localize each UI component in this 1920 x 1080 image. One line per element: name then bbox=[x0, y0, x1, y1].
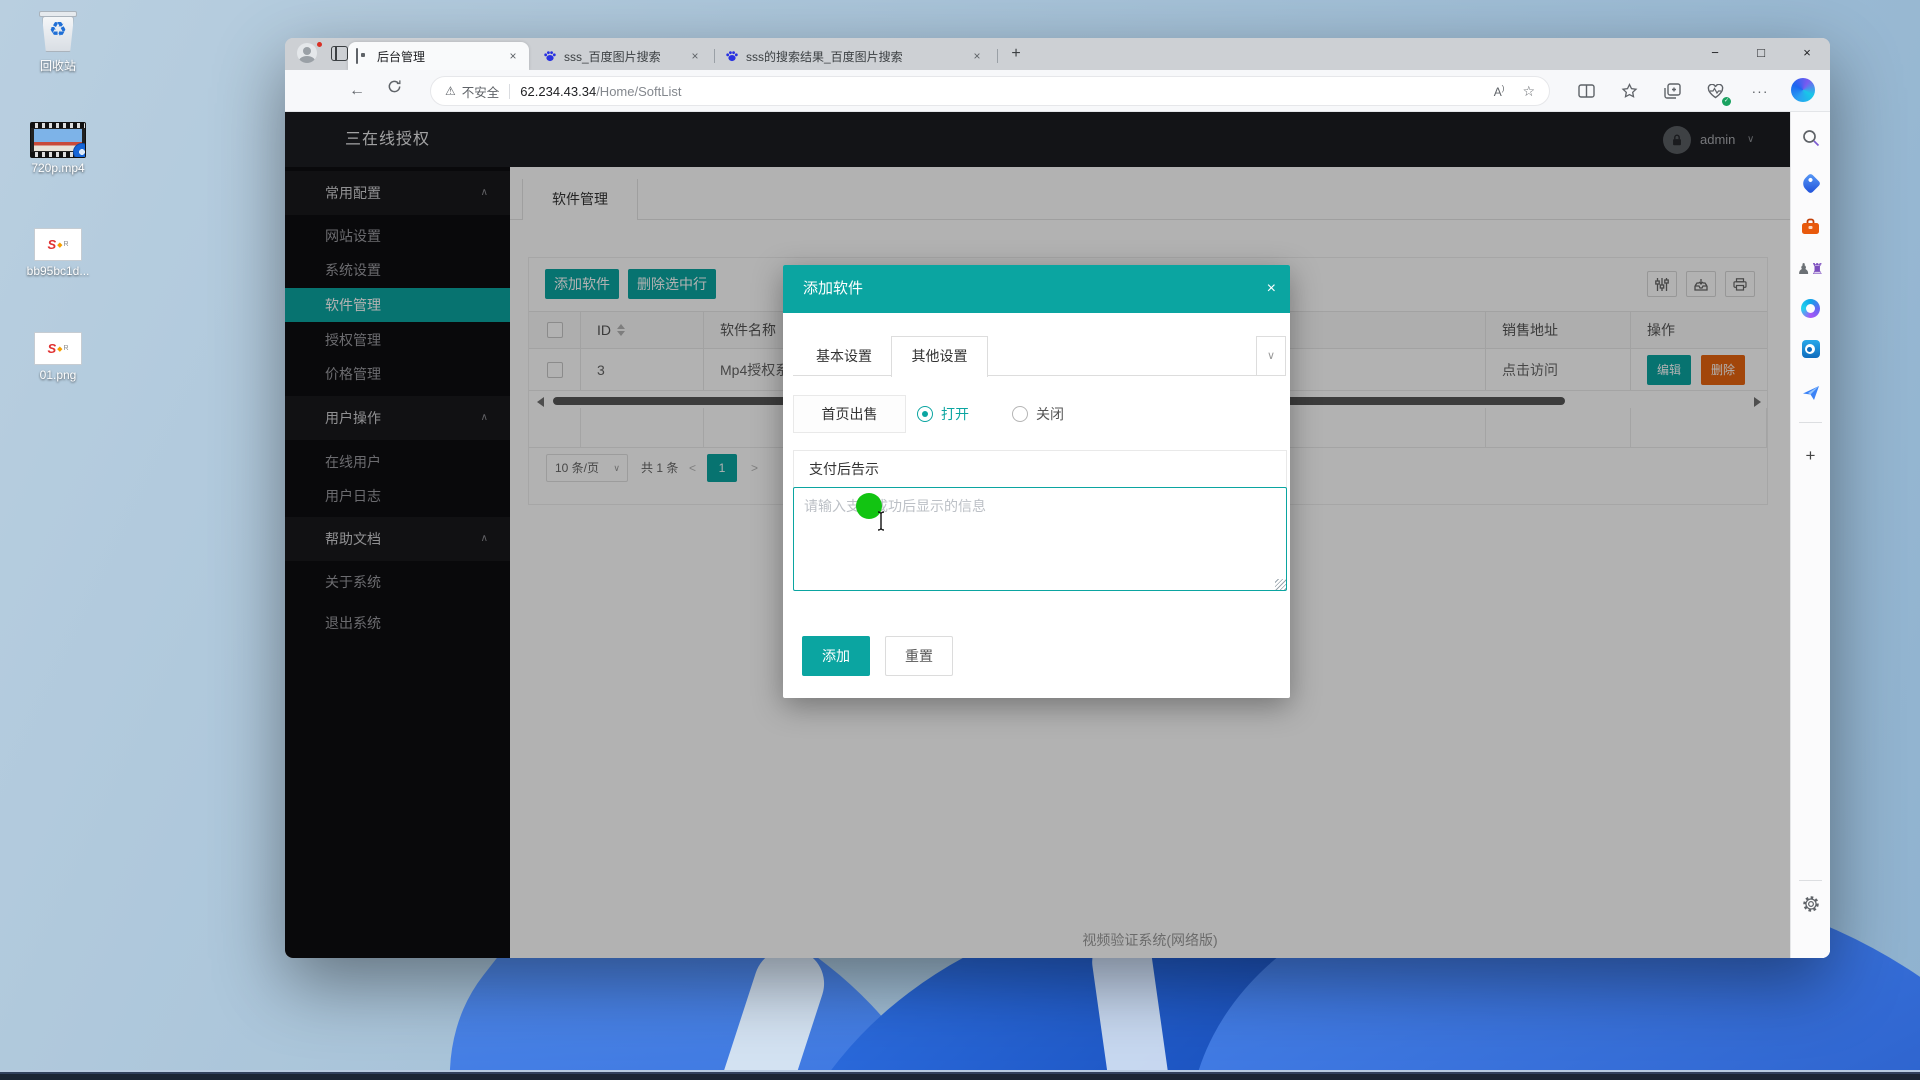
browser-window: 后台管理 × sss_百度图片搜索 × sss的搜索结果_百度图片搜索 bbox=[285, 38, 1830, 958]
tab-close-icon[interactable]: × bbox=[505, 48, 521, 64]
refresh-button[interactable] bbox=[387, 79, 411, 103]
tab-close-icon[interactable]: × bbox=[969, 48, 985, 64]
microsoft-365-icon[interactable] bbox=[1800, 297, 1822, 319]
baidu-paw-icon bbox=[725, 49, 739, 63]
outlook-icon[interactable] bbox=[1800, 338, 1822, 360]
browser-profile-button[interactable] bbox=[297, 43, 323, 65]
browser-tab-baidu-results[interactable]: sss的搜索结果_百度图片搜索 × bbox=[717, 42, 993, 70]
desktop-icon-image-file[interactable]: S◆R 01.png bbox=[10, 332, 106, 382]
desktop-icon-label: bb95bc1d... bbox=[10, 264, 106, 278]
favorites-icon[interactable] bbox=[1616, 78, 1642, 104]
address-bar[interactable]: ⚠ 不安全 62.234.43.34 /Home/SoftList A) ☆ bbox=[430, 76, 1550, 106]
taskbar-edge bbox=[0, 1070, 1920, 1080]
payment-notice-label: 支付后告示 bbox=[793, 450, 1287, 488]
text-cursor-icon bbox=[875, 511, 887, 531]
url-host: 62.234.43.34 bbox=[520, 84, 596, 99]
textarea-resize-handle[interactable] bbox=[1275, 579, 1286, 590]
add-sidebar-app-icon[interactable]: + bbox=[1800, 445, 1822, 467]
browser-content: 三在线授权 admin ∨ 常用配置 ∧ 网站设置 系统设置 bbox=[285, 112, 1830, 958]
image-file-icon: S◆R bbox=[34, 332, 82, 365]
settings-more-icon[interactable]: ··· bbox=[1747, 78, 1773, 104]
copilot-icon[interactable] bbox=[1791, 78, 1815, 102]
collections-icon[interactable] bbox=[1659, 78, 1685, 104]
site-favicon bbox=[356, 49, 370, 63]
add-software-modal: 添加软件 × 基本设置 其他设置 ∨ 首页出售 打开 关闭 支付后告示 bbox=[783, 265, 1290, 698]
modal-tab-bar: 基本设置 其他设置 bbox=[793, 336, 1257, 376]
home-sale-label: 首页出售 bbox=[793, 395, 906, 433]
desktop-icon-label: 回收站 bbox=[10, 57, 106, 74]
edge-sidebar: ♟♜ + bbox=[1790, 112, 1830, 958]
security-warning-icon: ⚠ bbox=[445, 84, 456, 98]
tab-title: 后台管理 bbox=[377, 48, 497, 65]
minimize-button[interactable]: − bbox=[1692, 38, 1738, 68]
window-controls: − □ × bbox=[1692, 38, 1830, 68]
tab-title: sss的搜索结果_百度图片搜索 bbox=[746, 48, 961, 65]
browser-tab-admin[interactable]: 后台管理 × bbox=[348, 42, 529, 70]
tab-separator bbox=[714, 49, 715, 63]
sidebar-divider bbox=[1799, 880, 1822, 881]
desktop-icon-image-file[interactable]: S◆R bb95bc1d... bbox=[10, 228, 106, 278]
modal-close-icon[interactable]: × bbox=[1267, 265, 1276, 313]
back-button[interactable]: ← bbox=[345, 79, 369, 103]
profile-notification-dot bbox=[316, 41, 323, 48]
modal-reset-button[interactable]: 重置 bbox=[885, 636, 953, 676]
modal-tab-other-settings[interactable]: 其他设置 bbox=[891, 336, 988, 377]
sidebar-settings-gear-icon[interactable] bbox=[1800, 893, 1822, 915]
drop-paper-plane-icon[interactable] bbox=[1800, 382, 1822, 404]
read-aloud-icon[interactable]: A) bbox=[1494, 84, 1505, 99]
maximize-button[interactable]: □ bbox=[1738, 38, 1784, 68]
essentials-status-dot: ✓ bbox=[1722, 97, 1731, 106]
tab-title: sss_百度图片搜索 bbox=[564, 48, 679, 65]
tab-close-icon[interactable]: × bbox=[687, 48, 703, 64]
toolbox-icon[interactable] bbox=[1800, 215, 1822, 237]
desktop-icon-label: 720p.mp4 bbox=[10, 161, 106, 175]
radio-selected-icon[interactable] bbox=[917, 406, 933, 422]
profile-avatar bbox=[297, 43, 317, 63]
sidebar-divider bbox=[1799, 422, 1822, 423]
browser-toolbar: ← ⚠ 不安全 62.234.43.34 /Home/SoftList A) ☆ bbox=[285, 70, 1830, 112]
radio-closed[interactable]: 关闭 bbox=[1012, 395, 1064, 433]
browser-essentials-icon[interactable]: ✓ bbox=[1702, 78, 1728, 104]
split-screen-icon[interactable] bbox=[1573, 78, 1599, 104]
image-file-icon: S◆R bbox=[34, 228, 82, 261]
workspaces-icon[interactable] bbox=[331, 46, 348, 61]
recycle-bin-icon: ♻ bbox=[38, 6, 78, 54]
new-tab-button[interactable]: + bbox=[1005, 44, 1027, 66]
shopping-icon[interactable] bbox=[1800, 172, 1822, 194]
browser-tab-baidu-search[interactable]: sss_百度图片搜索 × bbox=[535, 42, 711, 70]
desktop-icon-label: 01.png bbox=[10, 368, 106, 382]
tab-overflow-chevron-icon[interactable]: ∨ bbox=[1256, 336, 1286, 376]
mod al-title: 添加软件 bbox=[803, 265, 863, 313]
radio-unselected-icon[interactable] bbox=[1012, 406, 1028, 422]
radio-open[interactable]: 打开 bbox=[917, 395, 969, 433]
games-icon[interactable]: ♟♜ bbox=[1800, 258, 1822, 280]
desktop-icon-recycle-bin[interactable]: ♻ 回收站 bbox=[10, 6, 106, 74]
page-viewport: 三在线授权 admin ∨ 常用配置 ∧ 网站设置 系统设置 bbox=[285, 112, 1790, 958]
address-divider bbox=[509, 84, 510, 99]
favorite-star-icon[interactable]: ☆ bbox=[1522, 83, 1535, 100]
modal-submit-button[interactable]: 添加 bbox=[802, 636, 870, 676]
modal-header: 添加软件 × bbox=[783, 265, 1290, 313]
baidu-paw-icon bbox=[543, 49, 557, 63]
url-path: /Home/SoftList bbox=[596, 84, 681, 99]
tab-separator bbox=[997, 49, 998, 63]
modal-tab-basic-settings[interactable]: 基本设置 bbox=[798, 336, 890, 376]
search-icon[interactable] bbox=[1800, 127, 1822, 149]
browser-tab-strip: 后台管理 × sss_百度图片搜索 × sss的搜索结果_百度图片搜索 bbox=[285, 38, 1830, 70]
movie-reel-icon bbox=[73, 143, 86, 158]
close-button[interactable]: × bbox=[1784, 38, 1830, 68]
video-file-icon bbox=[30, 122, 86, 158]
desktop-icon-video-file[interactable]: 720p.mp4 bbox=[10, 122, 106, 175]
security-label[interactable]: 不安全 bbox=[462, 82, 500, 101]
